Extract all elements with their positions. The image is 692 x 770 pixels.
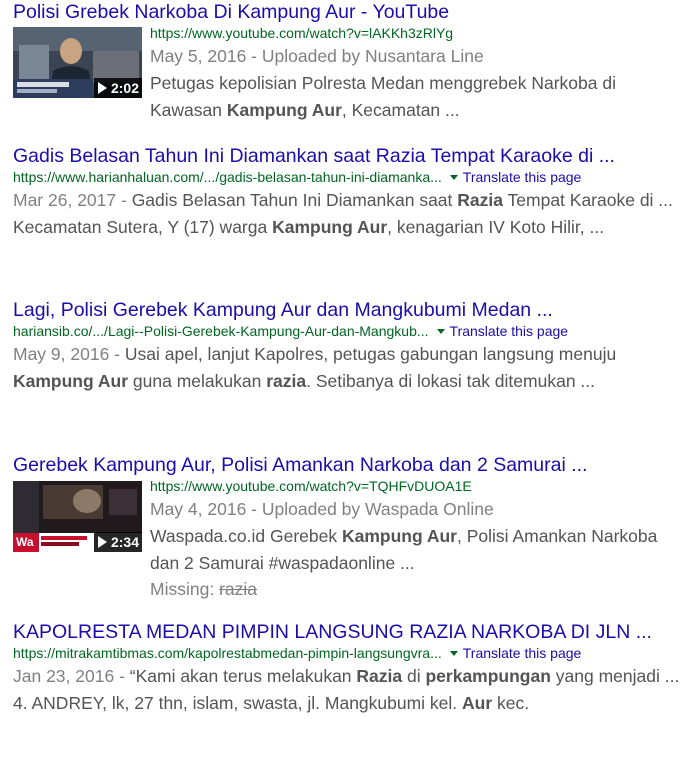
snippet-text: , Kecamatan ...: [341, 100, 460, 120]
separator: -: [109, 344, 125, 364]
snippet-highlight: Kampung Aur: [226, 100, 342, 120]
snippet-text: guna melakukan: [128, 371, 267, 391]
video-duration: 2:34: [110, 534, 139, 550]
result-title-link[interactable]: Gerebek Kampung Aur, Polisi Amankan Nark…: [13, 453, 689, 477]
search-result: Lagi, Polisi Gerebek Kampung Aur dan Man…: [13, 298, 689, 395]
video-duration: 2:02: [110, 80, 139, 96]
video-duration-badge: 2:34: [93, 532, 142, 552]
missing-term: razia: [219, 579, 257, 599]
waspada-logo: Wa: [16, 535, 34, 549]
search-result: Polisi Grebek Narkoba Di Kampung Aur - Y…: [13, 0, 689, 124]
video-thumbnail[interactable]: Wa 2:34: [13, 481, 142, 552]
snippet-highlight: Kampung Aur: [272, 217, 388, 237]
chevron-down-icon[interactable]: [436, 328, 445, 334]
snippet-highlight: perkampungan: [425, 666, 551, 686]
result-date: May 5, 2016: [150, 46, 247, 66]
search-result: KAPOLRESTA MEDAN PIMPIN LANGSUNG RAZIA N…: [13, 620, 689, 717]
result-title-link[interactable]: Gadis Belasan Tahun Ini Diamankan saat R…: [13, 144, 689, 168]
chevron-down-icon[interactable]: [449, 650, 458, 656]
video-upload-info: May 4, 2016 - Uploaded by Waspada Online: [150, 496, 689, 523]
snippet-highlight: Aur: [462, 693, 493, 713]
result-snippet: Jan 23, 2016 - “Kami akan terus melakuka…: [13, 663, 689, 717]
separator: -: [116, 190, 132, 210]
snippet-highlight: Razia: [457, 190, 503, 210]
snippet-highlight: Razia: [356, 666, 403, 686]
result-snippet: Petugas kepolisian Polresta Medan menggr…: [150, 70, 689, 124]
video-meta: https://www.youtube.com/watch?v=lAKKh3zR…: [150, 24, 689, 124]
result-url[interactable]: https://www.harianhaluan.com/.../gadis-b…: [13, 169, 442, 185]
missing-label: Missing:: [150, 579, 215, 599]
separator: -: [246, 499, 262, 519]
separator: -: [246, 46, 262, 66]
translate-link[interactable]: Translate this page: [463, 645, 582, 661]
chevron-down-icon[interactable]: [449, 174, 458, 180]
result-snippet: Mar 26, 2017 - Gadis Belasan Tahun Ini D…: [13, 187, 689, 241]
video-uploader: Uploaded by Nusantara Line: [261, 46, 484, 66]
missing-terms: Missing: razia: [150, 577, 689, 601]
snippet-highlight: Kampung Aur: [341, 526, 457, 546]
result-date: May 4, 2016: [150, 499, 247, 519]
snippet-text: Waspada.co.id Gerebek: [150, 526, 342, 546]
translate-link[interactable]: Translate this page: [463, 169, 582, 185]
result-date: Mar 26, 2017: [13, 190, 117, 210]
result-date: May 9, 2016: [13, 344, 110, 364]
result-url[interactable]: https://www.youtube.com/watch?v=lAKKh3zR…: [150, 25, 453, 41]
result-title-link[interactable]: Polisi Grebek Narkoba Di Kampung Aur - Y…: [13, 0, 689, 24]
result-url-line: https://mitrakamtibmas.com/kapolrestabme…: [13, 644, 689, 663]
snippet-text: kec.: [492, 693, 530, 713]
video-duration-badge: 2:02: [93, 78, 142, 98]
video-result-row: Wa 2:34 https://www.youtube.com/watch?v=…: [13, 477, 689, 601]
play-icon: [97, 82, 107, 94]
video-upload-info: May 5, 2016 - Uploaded by Nusantara Line: [150, 43, 689, 70]
play-icon: [97, 536, 107, 548]
snippet-highlight: Kampung Aur: [13, 371, 129, 391]
result-url[interactable]: hariansib.co/.../Lagi--Polisi-Gerebek-Ka…: [13, 323, 429, 339]
result-url-line: https://www.youtube.com/watch?v=lAKKh3zR…: [150, 24, 689, 43]
result-url-line: https://www.youtube.com/watch?v=TQHFvDUO…: [150, 477, 689, 496]
video-meta: https://www.youtube.com/watch?v=TQHFvDUO…: [150, 477, 689, 601]
search-result: Gerebek Kampung Aur, Polisi Amankan Nark…: [13, 453, 689, 601]
result-title-link[interactable]: Lagi, Polisi Gerebek Kampung Aur dan Man…: [13, 298, 689, 322]
snippet-text: Gadis Belasan Tahun Ini Diamankan saat: [131, 190, 458, 210]
result-url-line: https://www.harianhaluan.com/.../gadis-b…: [13, 168, 689, 187]
result-snippet: Waspada.co.id Gerebek Kampung Aur, Polis…: [150, 523, 689, 577]
search-result: Gadis Belasan Tahun Ini Diamankan saat R…: [13, 144, 689, 241]
snippet-text: “Kami akan terus melakukan: [129, 666, 357, 686]
snippet-text: Usai apel, lanjut Kapolres, petugas gabu…: [124, 344, 617, 364]
snippet-text: di: [402, 666, 426, 686]
video-thumbnail[interactable]: 2:02: [13, 27, 142, 98]
result-url-line: hariansib.co/.../Lagi--Polisi-Gerebek-Ka…: [13, 322, 689, 341]
result-url[interactable]: https://mitrakamtibmas.com/kapolrestabme…: [13, 645, 442, 661]
translate-link[interactable]: Translate this page: [450, 323, 569, 339]
snippet-text: . Setibanya di lokasi tak ditemukan ...: [306, 371, 595, 391]
result-title-link[interactable]: KAPOLRESTA MEDAN PIMPIN LANGSUNG RAZIA N…: [13, 620, 689, 644]
separator: -: [114, 666, 130, 686]
result-date: Jan 23, 2016: [13, 666, 115, 686]
result-snippet: May 9, 2016 - Usai apel, lanjut Kapolres…: [13, 341, 689, 395]
snippet-text: , kenagarian IV Koto Hilir, ...: [387, 217, 605, 237]
video-uploader: Uploaded by Waspada Online: [261, 499, 494, 519]
result-url[interactable]: https://www.youtube.com/watch?v=TQHFvDUO…: [150, 478, 472, 494]
snippet-highlight: razia: [266, 371, 307, 391]
video-result-row: 2:02 https://www.youtube.com/watch?v=lAK…: [13, 24, 689, 124]
